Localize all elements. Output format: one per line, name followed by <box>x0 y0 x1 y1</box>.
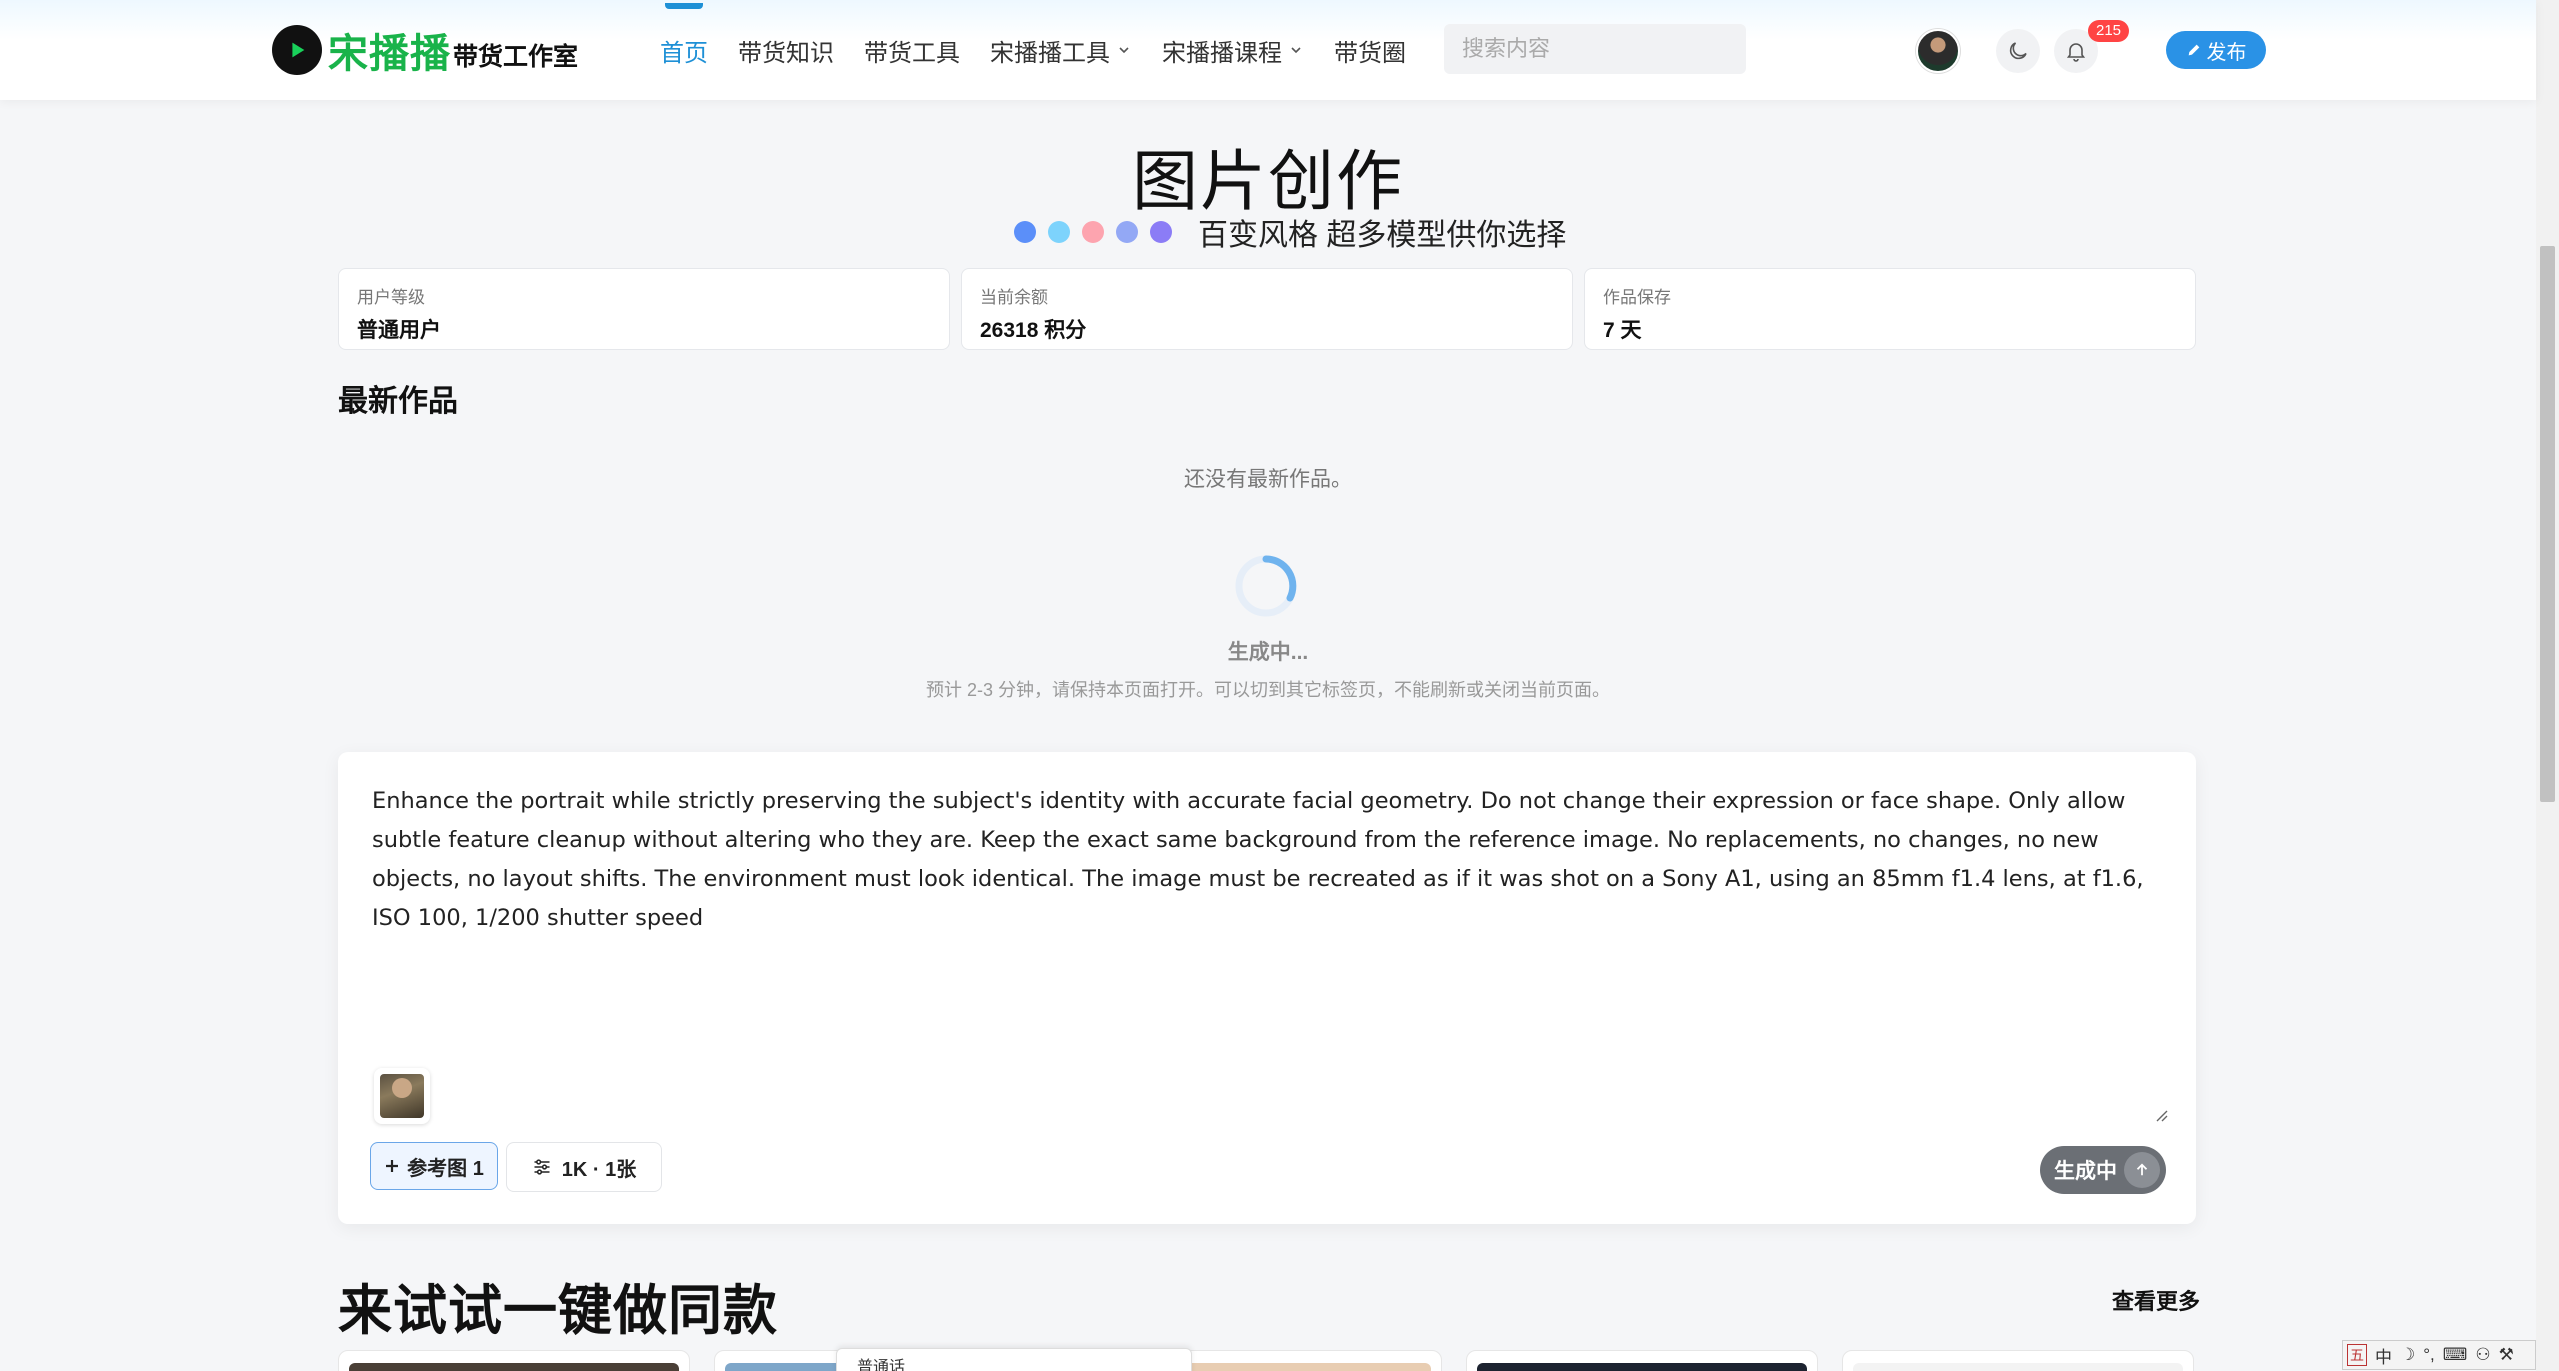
reference-image-thumbnail[interactable] <box>374 1068 430 1124</box>
latest-works-title: 最新作品 <box>338 385 458 418</box>
color-dot <box>1082 221 1104 243</box>
mini-player[interactable]: 普通话 <box>836 1348 1192 1371</box>
plus-icon <box>386 1160 399 1172</box>
publish-button[interactable]: 发布 <box>2166 31 2266 69</box>
color-dots <box>1014 221 1184 243</box>
ime-wubi-indicator[interactable]: 五 <box>2347 1344 2367 1366</box>
stat-user-level: 用户等级 普通用户 <box>338 268 950 350</box>
search-input[interactable] <box>1444 24 1750 74</box>
try-same-title: 来试试一键做同款 <box>338 1281 778 1341</box>
pencil-icon <box>2188 44 2199 56</box>
nav-item-circle[interactable]: 带货圈 <box>1334 33 1406 68</box>
sliders-icon <box>534 1159 550 1175</box>
moon-icon <box>2009 42 2027 60</box>
logo-main-text: 宋播播 <box>328 32 451 76</box>
play-icon <box>272 25 322 75</box>
logo-sub-text: 带货工作室 <box>453 43 579 71</box>
avatar[interactable] <box>1916 29 1960 73</box>
arrow-up-icon <box>2124 1152 2160 1188</box>
stat-label: 当前余额 <box>980 288 1048 307</box>
dark-mode-toggle[interactable] <box>1996 29 2040 73</box>
resize-handle-icon[interactable] <box>2154 1108 2168 1122</box>
nav-item-tools[interactable]: 带货工具 <box>864 33 960 68</box>
color-dot <box>1116 221 1138 243</box>
stat-value: 普通用户 <box>357 319 441 342</box>
nav-item-home[interactable]: 首页 <box>660 33 708 68</box>
keyboard-icon[interactable]: ⌨ <box>2443 1345 2468 1365</box>
stat-value: 26318 积分 <box>980 319 1087 342</box>
prompt-input[interactable]: Enhance the portrait while strictly pres… <box>372 782 2162 1142</box>
generate-button[interactable]: 生成中 <box>2040 1146 2166 1194</box>
nav-item-knowledge[interactable]: 带货知识 <box>738 33 834 68</box>
stat-value: 7 天 <box>1603 319 1642 342</box>
template-card[interactable] <box>338 1350 690 1371</box>
generating-hint: 预计 2-3 分钟，请保持本页面打开。可以切到其它标签页，不能刷新或关闭当前页面… <box>925 680 1610 700</box>
subtitle-text: 百变风格 超多模型供你选择 <box>1198 219 1567 252</box>
color-dot <box>1014 221 1036 243</box>
color-dot <box>1048 221 1070 243</box>
stat-balance: 当前余额 26318 积分 <box>961 268 1573 350</box>
notification-badge: 215 <box>2088 20 2130 42</box>
prompt-card: Enhance the portrait while strictly pres… <box>338 752 2196 1224</box>
stat-label: 作品保存 <box>1603 288 1671 307</box>
punctuation-icon[interactable]: °, <box>2423 1345 2435 1365</box>
nav-item-courses[interactable]: 宋播播课程 <box>1162 33 1304 68</box>
search-box <box>1444 24 1750 74</box>
see-more-link[interactable]: 查看更多 <box>2112 1284 2200 1316</box>
ime-toolbar[interactable]: 五 中 ☽ °, ⌨ ⚇ ⚒ <box>2342 1340 2536 1370</box>
stats-row: 用户等级 普通用户 当前余额 26318 积分 作品保存 7 天 <box>338 268 2196 350</box>
subtitle: 百变风格 超多模型供你选择 <box>1014 210 1566 254</box>
stat-label: 用户等级 <box>357 288 425 307</box>
top-header: 宋播播 带货工作室 首页 带货知识 带货工具 宋播播工具 宋播播课程 带货圈 2… <box>0 0 2536 100</box>
mini-player-label: 普通话 <box>857 1359 906 1371</box>
empty-works-text: 还没有最新作品。 <box>1184 468 1352 491</box>
stat-retention: 作品保存 7 天 <box>1584 268 2196 350</box>
nav-item-songbobo-tools[interactable]: 宋播播工具 <box>990 33 1132 68</box>
site-logo[interactable]: 宋播播 带货工作室 <box>272 24 578 76</box>
template-card[interactable] <box>1466 1350 1818 1371</box>
user-icon[interactable]: ⚇ <box>2475 1345 2490 1365</box>
loading-spinner-icon <box>1235 555 1297 617</box>
ime-lang-indicator[interactable]: 中 <box>2375 1343 2392 1368</box>
chevron-down-icon <box>1119 47 1129 54</box>
chevron-down-icon <box>1291 47 1301 54</box>
template-card[interactable] <box>1842 1350 2194 1371</box>
generating-status: 生成中... <box>1227 641 1309 664</box>
scrollbar-thumb[interactable] <box>2540 246 2555 802</box>
main-nav: 首页 带货知识 带货工具 宋播播工具 宋播播课程 带货圈 <box>660 30 1436 70</box>
color-dot <box>1150 221 1172 243</box>
bell-icon <box>2066 43 2086 62</box>
options-button[interactable]: 1K · 1张 <box>506 1142 662 1192</box>
moon-icon[interactable]: ☽ <box>2400 1345 2415 1365</box>
add-reference-button[interactable]: 参考图 1 <box>370 1142 498 1190</box>
wrench-icon[interactable]: ⚒ <box>2499 1345 2514 1365</box>
